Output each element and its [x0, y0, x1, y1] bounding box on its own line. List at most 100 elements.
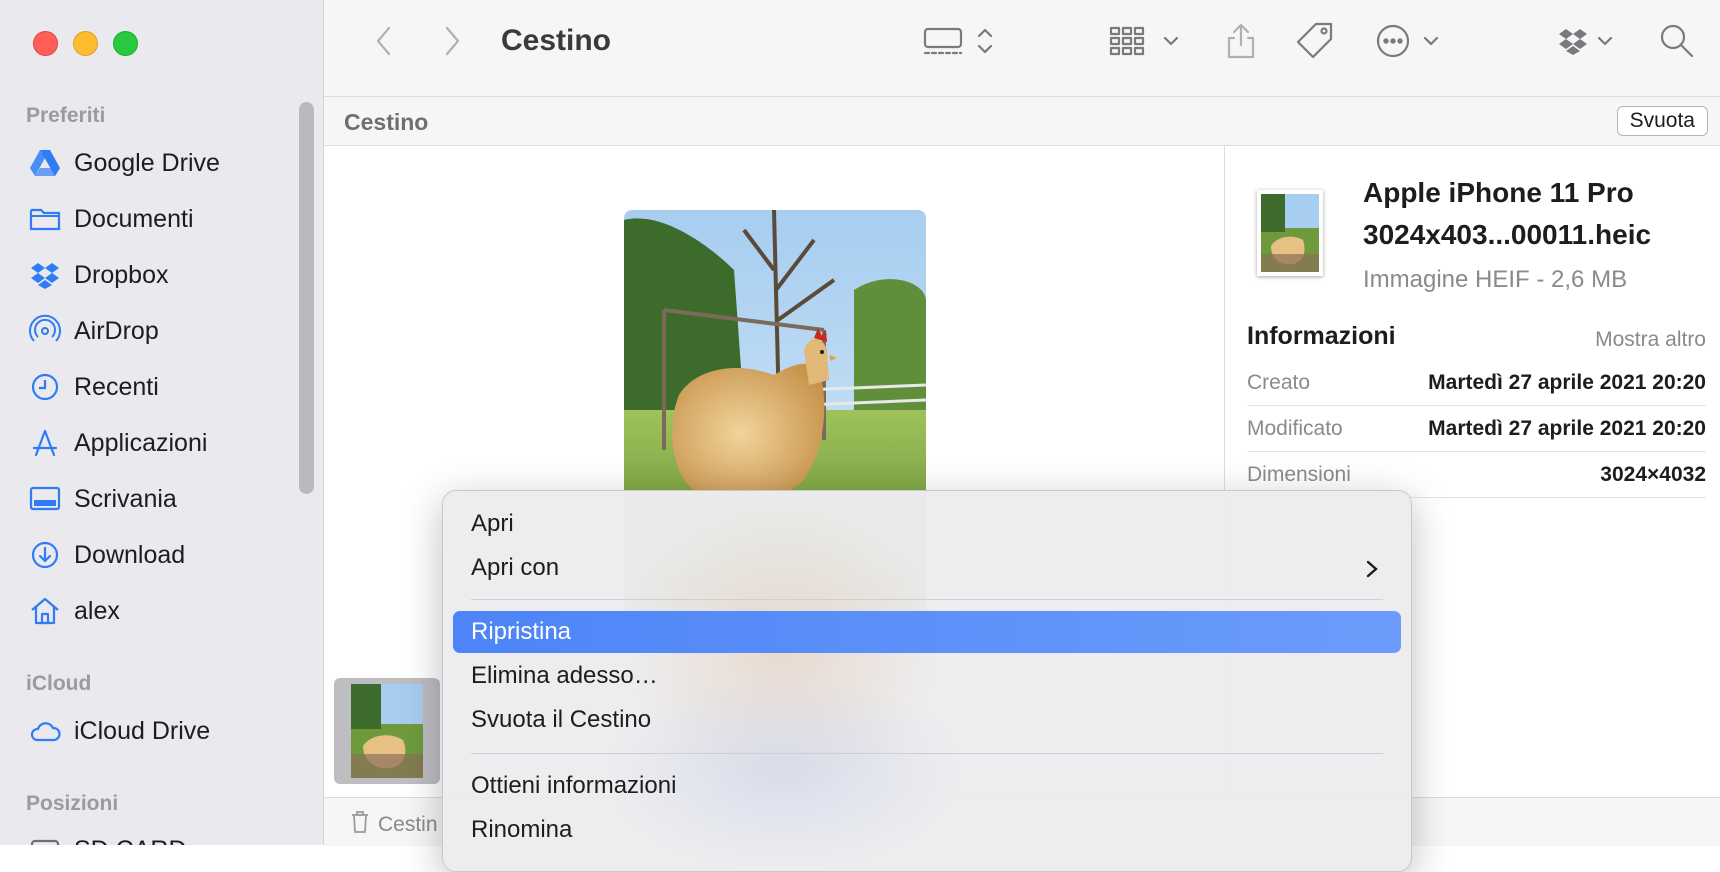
locations-section-title: Posizioni — [26, 792, 119, 815]
context-menu: Apri Apri con Ripristina Elimina adesso…… — [442, 490, 1412, 872]
sidebar-item-documenti[interactable]: Documenti — [26, 199, 296, 239]
menu-item-label: Rinomina — [471, 816, 573, 843]
menu-item-delete-now[interactable]: Elimina adesso… — [453, 655, 1401, 697]
chevron-right-icon — [1365, 558, 1379, 586]
sidebar-item-google-drive[interactable]: Google Drive — [26, 143, 296, 183]
menu-item-label: Elimina adesso… — [471, 662, 658, 689]
info-section-title: Informazioni — [1247, 322, 1396, 350]
sidebar-item-download[interactable]: Download — [26, 535, 296, 575]
info-value: Martedì 27 aprile 2021 20:20 — [1428, 370, 1706, 394]
path-label: Cestino — [344, 109, 429, 135]
ellipsis-circle-icon — [1373, 21, 1451, 66]
sidebar-item-label: iCloud Drive — [74, 716, 211, 745]
group-button[interactable] — [1106, 20, 1186, 66]
sidebar-item-label: Recenti — [74, 372, 159, 401]
sidebar-item-icloud-drive[interactable]: iCloud Drive — [26, 711, 296, 751]
sidebar-item-alex[interactable]: alex — [26, 591, 296, 631]
share-icon — [1221, 21, 1261, 66]
clock-icon — [26, 370, 64, 404]
file-name-line-2: 3024x403...00011.heic — [1363, 219, 1652, 250]
show-more-link[interactable]: Mostra altro — [1595, 328, 1706, 352]
sidebar-item-label: Dropbox — [74, 260, 169, 289]
sidebar-item-label: Documenti — [74, 204, 194, 233]
applications-icon — [26, 426, 64, 460]
sidebar-item-scrivania[interactable]: Scrivania — [26, 479, 296, 519]
sidebar-item-sd-card[interactable]: SD CARD — [26, 830, 296, 845]
sidebar-item-applicazioni[interactable]: Applicazioni — [26, 423, 296, 463]
forward-button[interactable] — [432, 20, 472, 66]
info-key: Modificato — [1247, 416, 1343, 440]
empty-trash-button[interactable]: Svuota — [1616, 106, 1708, 136]
info-row-modified: Modificato Martedì 27 aprile 2021 20:20 — [1247, 406, 1706, 452]
dropbox-icon — [1555, 21, 1625, 66]
file-name-line-1: Apple iPhone 11 Pro — [1363, 177, 1634, 208]
sidebar-item-label: alex — [74, 596, 120, 625]
menu-item-label: Apri con — [471, 554, 560, 581]
gallery-view-icon — [921, 24, 999, 63]
sidebar-scrollbar[interactable] — [299, 102, 314, 494]
share-button[interactable] — [1216, 20, 1266, 66]
path-bar: Cestino Svuota — [324, 97, 1720, 146]
trash-icon — [350, 810, 370, 840]
file-kind: Immagine HEIF - 2,6 MB — [1363, 266, 1628, 293]
drive-icon — [26, 833, 64, 845]
menu-item-label: Svuota il Cestino — [471, 706, 652, 733]
file-thumbnail — [1257, 190, 1323, 276]
toolbar: Cestino — [324, 0, 1720, 97]
chevron-left-icon — [373, 24, 395, 63]
view-mode-button[interactable] — [920, 20, 1000, 66]
dropbox-menu-button[interactable] — [1550, 20, 1630, 66]
menu-item-open-with[interactable]: Apri con — [453, 547, 1401, 589]
menu-separator — [471, 599, 1383, 600]
menu-item-label: Ottieni informazioni — [471, 772, 677, 799]
google-drive-icon — [26, 146, 64, 180]
menu-item-label: Apri — [471, 510, 514, 537]
info-row-created: Creato Martedì 27 aprile 2021 20:20 — [1247, 360, 1706, 406]
dropbox-icon — [26, 258, 64, 292]
menu-item-empty-trash[interactable]: Svuota il Cestino — [453, 699, 1401, 741]
search-button[interactable] — [1652, 20, 1702, 66]
sidebar-item-airdrop[interactable]: AirDrop — [26, 311, 296, 351]
status-path-label: Cestin — [378, 813, 438, 836]
action-button[interactable] — [1372, 20, 1452, 66]
menu-item-label: Ripristina — [471, 618, 572, 645]
menu-item-open[interactable]: Apri — [453, 503, 1401, 545]
menu-item-get-info[interactable]: Ottieni informazioni — [453, 765, 1401, 807]
sidebar-item-dropbox[interactable]: Dropbox — [26, 255, 296, 295]
sidebar-item-label: Applicazioni — [74, 428, 208, 457]
sidebar-item-label: Download — [74, 540, 186, 569]
file-name: Apple iPhone 11 Pro 3024x403...00011.hei… — [1363, 172, 1651, 256]
info-key: Creato — [1247, 370, 1311, 394]
airdrop-icon — [26, 314, 64, 348]
tags-button[interactable] — [1290, 20, 1340, 66]
menu-item-restore[interactable]: Ripristina — [453, 611, 1401, 653]
info-value: 3024×4032 — [1600, 462, 1706, 486]
menu-separator — [471, 753, 1383, 754]
status-path[interactable]: Cestin — [350, 810, 438, 840]
info-value: Martedì 27 aprile 2021 20:20 — [1428, 416, 1706, 440]
folder-icon — [26, 202, 64, 236]
sidebar: Preferiti Google Drive Documenti Dropbox… — [0, 0, 324, 845]
minimize-window-button[interactable] — [73, 31, 98, 56]
search-icon — [1657, 21, 1697, 66]
sidebar-item-label: AirDrop — [74, 316, 159, 345]
back-button[interactable] — [364, 20, 404, 66]
sidebar-item-label: SD CARD — [74, 836, 187, 846]
home-icon — [26, 594, 64, 628]
cloud-icon — [26, 714, 64, 748]
tag-icon — [1294, 20, 1336, 67]
thumbnail-selected[interactable] — [334, 678, 440, 784]
favorites-section-title: Preferiti — [26, 104, 106, 127]
chevron-right-icon — [441, 24, 463, 63]
zoom-window-button[interactable] — [113, 31, 138, 56]
sidebar-item-label: Scrivania — [74, 484, 177, 513]
desktop-icon — [26, 482, 64, 516]
icloud-section-title: iCloud — [26, 672, 92, 695]
sidebar-item-label: Google Drive — [74, 148, 220, 177]
info-key: Dimensioni — [1247, 462, 1351, 486]
close-window-button[interactable] — [33, 31, 58, 56]
grid-icon — [1107, 24, 1185, 63]
sidebar-item-recenti[interactable]: Recenti — [26, 367, 296, 407]
window-title: Cestino — [501, 24, 612, 57]
download-icon — [26, 538, 64, 572]
